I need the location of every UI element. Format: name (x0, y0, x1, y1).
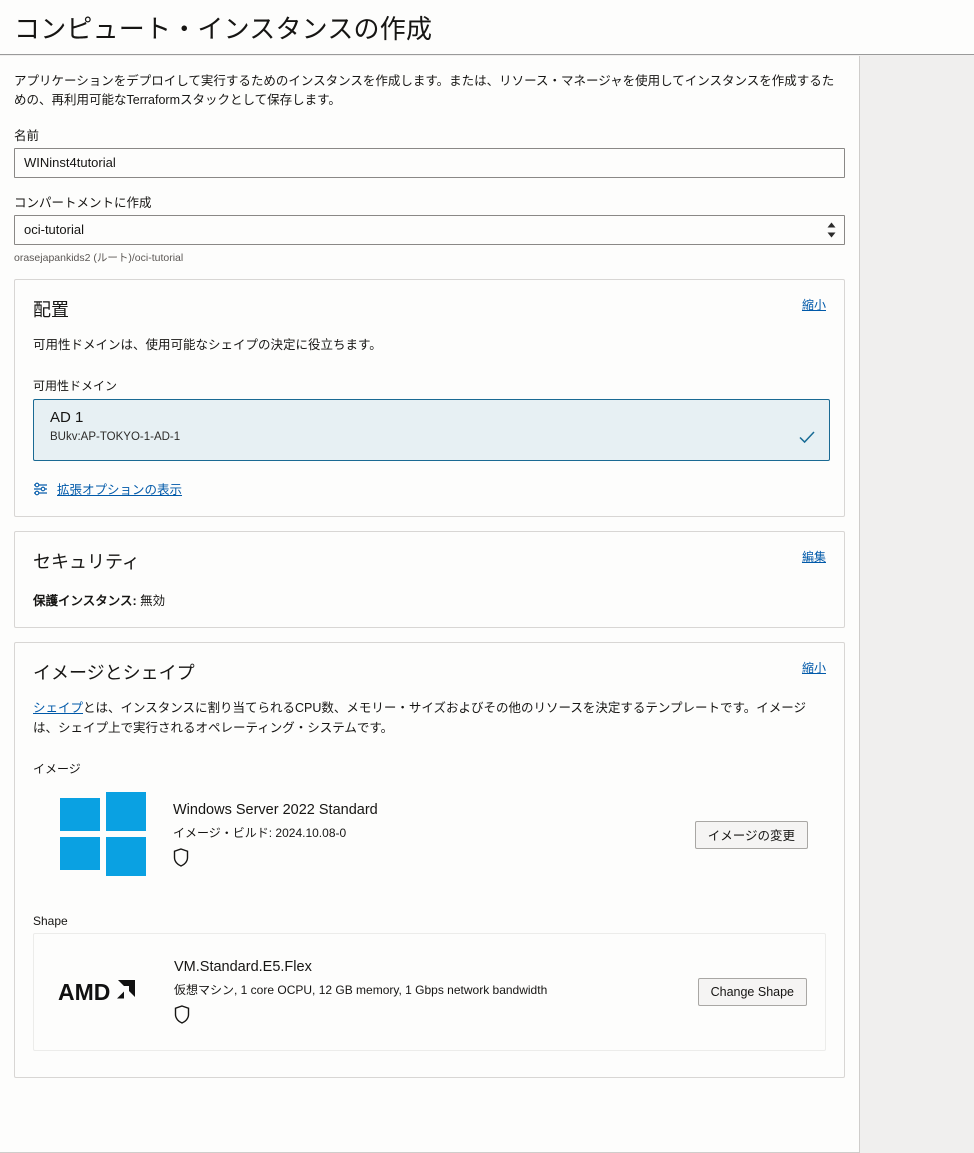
image-label: イメージ (33, 760, 826, 777)
protected-instance-label: 保護インスタンス: (33, 594, 137, 608)
compartment-select[interactable]: oci-tutorial (14, 215, 845, 245)
image-row: Windows Server 2022 Standard イメージ・ビルド: 2… (33, 782, 826, 888)
svg-text:AMD: AMD (58, 979, 110, 1005)
placement-title: 配置 (33, 296, 69, 322)
windows-logo-icon (55, 792, 151, 878)
security-edit-link[interactable]: 編集 (802, 548, 826, 565)
protected-instance-row: 保護インスタンス: 無効 (33, 590, 826, 609)
shape-row: AMD VM.Standard.E5.Flex 仮想マシン, 1 core OC… (34, 934, 825, 1050)
image-build: イメージ・ビルド: 2024.10.08-0 (173, 824, 695, 841)
compartment-path: orasejapankids2 (ルート)/oci-tutorial (14, 250, 845, 265)
name-label: 名前 (14, 125, 845, 144)
amd-logo-icon: AMD (56, 979, 152, 1005)
name-input[interactable] (14, 148, 845, 178)
intro-description: アプリケーションをデプロイして実行するためのインスタンスを作成します。または、リ… (14, 72, 840, 111)
security-card-header: セキュリティ 編集 (33, 548, 826, 574)
image-name: Windows Server 2022 Standard (173, 802, 695, 818)
image-info: Windows Server 2022 Standard イメージ・ビルド: 2… (151, 802, 695, 867)
shape-detail: 仮想マシン, 1 core OCPU, 12 GB memory, 1 Gbps… (174, 981, 698, 998)
sliders-icon (33, 482, 49, 496)
shield-icon (174, 1005, 698, 1024)
availability-domain-text: AD 1 BUkv:AP-TOKYO-1-AD-1 (50, 409, 180, 443)
page-title: コンピュート・インスタンスの作成 (14, 9, 432, 46)
image-shape-title: イメージとシェイプ (33, 659, 195, 685)
change-shape-button[interactable]: Change Shape (698, 978, 807, 1006)
page-header: コンピュート・インスタンスの作成 (0, 0, 974, 55)
shield-icon (173, 848, 695, 867)
image-shape-description-rest: とは、インスタンスに割り当てられるCPU数、メモリー・サイズおよびその他のリソー… (33, 701, 806, 734)
availability-domain-option[interactable]: AD 1 BUkv:AP-TOKYO-1-AD-1 (33, 399, 830, 461)
chevron-updown-icon[interactable] (827, 222, 836, 237)
shape-box: AMD VM.Standard.E5.Flex 仮想マシン, 1 core OC… (33, 933, 826, 1051)
compartment-field-block: コンパートメントに作成 oci-tutorial orasejapankids2… (14, 192, 845, 265)
availability-domain-detail: BUkv:AP-TOKYO-1-AD-1 (50, 431, 180, 443)
shape-name: VM.Standard.E5.Flex (174, 959, 698, 975)
availability-domain-name: AD 1 (50, 409, 180, 426)
image-shape-description: シェイプとは、インスタンスに割り当てられるCPU数、メモリー・サイズおよびその他… (33, 699, 826, 738)
show-advanced-options-link[interactable]: 拡張オプションの表示 (57, 479, 182, 498)
name-field-block: 名前 (14, 125, 845, 178)
create-instance-panel: アプリケーションをデプロイして実行するためのインスタンスを作成します。または、リ… (0, 56, 860, 1153)
image-shape-collapse-link[interactable]: 縮小 (802, 659, 826, 676)
protected-instance-value: 無効 (140, 594, 165, 608)
image-shape-card: イメージとシェイプ 縮小 シェイプとは、インスタンスに割り当てられるCPU数、メ… (14, 642, 845, 1078)
placement-description: 可用性ドメインは、使用可能なシェイプの決定に役立ちます。 (33, 336, 826, 355)
compartment-label: コンパートメントに作成 (14, 192, 845, 211)
security-title: セキュリティ (33, 548, 140, 574)
placement-card: 配置 縮小 可用性ドメインは、使用可能なシェイプの決定に役立ちます。 可用性ドメ… (14, 279, 845, 517)
image-shape-card-header: イメージとシェイプ 縮小 (33, 659, 826, 685)
change-image-button[interactable]: イメージの変更 (695, 821, 808, 849)
availability-domain-label: 可用性ドメイン (33, 377, 826, 394)
placement-collapse-link[interactable]: 縮小 (802, 296, 826, 313)
compartment-selected-value: oci-tutorial (24, 222, 84, 237)
shape-info: VM.Standard.E5.Flex 仮想マシン, 1 core OCPU, … (152, 959, 698, 1024)
security-card: セキュリティ 編集 保護インスタンス: 無効 (14, 531, 845, 628)
check-icon (799, 431, 815, 444)
advanced-options-row: 拡張オプションの表示 (33, 479, 826, 498)
placement-card-header: 配置 縮小 (33, 296, 826, 322)
compartment-select-wrap: oci-tutorial (14, 215, 845, 245)
shape-doc-link[interactable]: シェイプ (33, 701, 83, 715)
shape-label: Shape (33, 914, 826, 928)
